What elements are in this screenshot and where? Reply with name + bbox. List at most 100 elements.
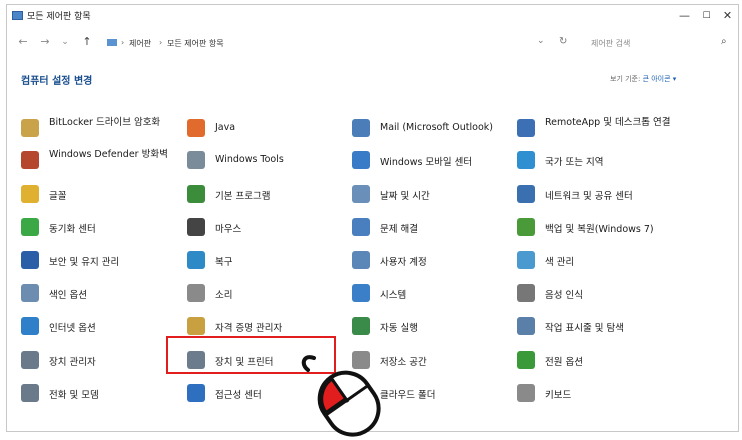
control-panel-item[interactable]: 시스템 [352, 278, 517, 308]
control-panel-item[interactable]: Mail (Microsoft Outlook) [352, 113, 517, 143]
control-panel-item[interactable]: 복구 [187, 245, 352, 275]
control-panel-item-label: 작업 표시줄 및 탐색 [545, 323, 624, 334]
device-manager-icon [21, 351, 39, 369]
control-panel-item-label: 글꼴 [49, 191, 67, 202]
network-icon [517, 185, 535, 203]
control-panel-item[interactable]: 백업 및 복원(Windows 7) [517, 212, 682, 242]
control-panel-item-label: 복구 [215, 257, 233, 268]
user-accounts-icon [352, 251, 370, 269]
control-panel-item[interactable]: 작업 표시줄 및 탐색 [517, 311, 682, 341]
control-panel-item[interactable]: 네트워크 및 공유 센터 [517, 179, 682, 209]
forward-button[interactable]: → [37, 34, 53, 50]
control-panel-item-label: 동기화 센터 [49, 224, 96, 235]
control-panel-item[interactable]: 전원 옵션 [517, 345, 682, 375]
control-panel-icon [12, 11, 23, 20]
mouse-icon [187, 218, 205, 236]
breadcrumb-control-panel[interactable]: 제어판 [129, 38, 151, 49]
control-panel-item-label: 문제 해결 [380, 224, 418, 235]
control-panel-item[interactable]: 키보드 [517, 378, 682, 408]
speech-icon [517, 284, 535, 302]
control-panel-item-label: 날짜 및 시간 [380, 191, 430, 202]
title-bar: 모든 제어판 항목 — ☐ ✕ [7, 5, 738, 27]
view-by-dropdown[interactable]: 큰 아이콘 ▾ [643, 75, 677, 83]
security-icon [21, 251, 39, 269]
system-icon [352, 284, 370, 302]
control-panel-item-label: 자격 증명 관리자 [215, 323, 283, 334]
control-panel-item[interactable]: 음성 인식 [517, 278, 682, 308]
region-icon [517, 151, 535, 169]
refresh-button[interactable]: ↻ [559, 36, 567, 47]
control-panel-item-label: 마우스 [215, 224, 242, 235]
sync-icon [21, 218, 39, 236]
taskbar-icon [517, 317, 535, 335]
address-bar[interactable]: › 제어판 › 모든 제어판 항목 ⌄ ↻ [103, 34, 573, 52]
control-panel-item-label: 키보드 [545, 390, 572, 401]
address-dropdown-button[interactable]: ⌄ [537, 36, 545, 46]
color-management-icon [517, 251, 535, 269]
control-panel-item-label: Windows 모바일 센터 [380, 157, 473, 168]
control-panel-item[interactable]: RemoteApp 및 데스크톱 연결 [517, 113, 682, 143]
control-panel-item[interactable]: Windows 모바일 센터 [352, 145, 517, 175]
control-panel-item-label: 자동 실행 [380, 323, 418, 334]
control-panel-item-label: Mail (Microsoft Outlook) [380, 122, 493, 133]
recent-locations-button[interactable]: ⌄ [57, 34, 73, 50]
remoteapp-icon [517, 119, 535, 137]
page-title: 컴퓨터 설정 변경 [21, 76, 93, 87]
backup-icon [517, 218, 535, 236]
control-panel-item-label: 국가 또는 지역 [545, 157, 604, 168]
control-panel-item[interactable]: Windows Tools [187, 145, 352, 175]
control-panel-item-label: 접근성 센터 [215, 390, 262, 401]
control-panel-item[interactable]: 소리 [187, 278, 352, 308]
control-panel-item[interactable]: Windows Defender 방화벽 [21, 145, 186, 175]
control-panel-item[interactable]: 동기화 센터 [21, 212, 186, 242]
search-input[interactable]: 제어판 검색 [591, 38, 630, 49]
control-panel-item-label: 시스템 [380, 290, 407, 301]
control-panel-item[interactable]: 글꼴 [21, 179, 186, 209]
credential-icon [187, 317, 205, 335]
java-icon [187, 119, 205, 137]
search-icon[interactable]: ⌕ [721, 36, 727, 47]
control-panel-item[interactable]: Java [187, 113, 352, 143]
navigation-bar: ← → ⌄ ↑ › 제어판 › 모든 제어판 항목 ⌄ ↻ 제어판 검색 ⌕ [7, 31, 738, 55]
up-button[interactable]: ↑ [79, 34, 95, 50]
control-panel-item-label: BitLocker 드라이브 암호화 [49, 117, 161, 128]
control-panel-item[interactable]: 색인 옵션 [21, 278, 186, 308]
firewall-icon [21, 151, 39, 169]
search-box[interactable]: 제어판 검색 ⌕ [585, 34, 730, 52]
internet-options-icon [21, 317, 39, 335]
breadcrumb-separator: › [121, 38, 125, 47]
control-panel-item[interactable]: 인터넷 옵션 [21, 311, 186, 341]
control-panel-item[interactable]: 기본 프로그램 [187, 179, 352, 209]
default-programs-icon [187, 185, 205, 203]
power-icon [517, 351, 535, 369]
mail-icon [352, 119, 370, 137]
control-panel-item[interactable]: 보안 및 유지 관리 [21, 245, 186, 275]
close-button[interactable]: ✕ [711, 5, 738, 27]
control-panel-item-label: 인터넷 옵션 [49, 323, 96, 334]
control-panel-item-label: 기본 프로그램 [215, 191, 271, 202]
control-panel-item[interactable]: 사용자 계정 [352, 245, 517, 275]
control-panel-item[interactable]: 전화 및 모뎀 [21, 378, 186, 408]
control-panel-item-label: 장치 관리자 [49, 357, 96, 368]
control-panel-item-label: 사용자 계정 [380, 257, 427, 268]
control-panel-item[interactable]: 문제 해결 [352, 212, 517, 242]
keyboard-icon [517, 384, 535, 402]
control-panel-item-label: 음성 인식 [545, 290, 583, 301]
control-panel-item-label: RemoteApp 및 데스크톱 연결 [545, 117, 671, 128]
control-panel-item-label: 전화 및 모뎀 [49, 390, 99, 401]
control-panel-item[interactable]: 날짜 및 시간 [352, 179, 517, 209]
control-panel-item-label: Java [215, 122, 236, 133]
mouse-click-illustration-icon [301, 355, 381, 437]
back-button[interactable]: ← [15, 34, 31, 50]
tools-icon [187, 151, 205, 169]
view-by: 보기 기준: 큰 아이콘 ▾ [610, 74, 676, 84]
control-panel-item[interactable]: 장치 관리자 [21, 345, 186, 375]
control-panel-item[interactable]: BitLocker 드라이브 암호화 [21, 113, 186, 143]
control-panel-item[interactable]: 마우스 [187, 212, 352, 242]
control-panel-item[interactable]: 색 관리 [517, 245, 682, 275]
troubleshoot-icon [352, 218, 370, 236]
control-panel-item[interactable]: 자동 실행 [352, 311, 517, 341]
control-panel-item[interactable]: 국가 또는 지역 [517, 145, 682, 175]
breadcrumb-all-items[interactable]: 모든 제어판 항목 [167, 38, 224, 49]
window-title: 모든 제어판 항목 [27, 12, 91, 22]
